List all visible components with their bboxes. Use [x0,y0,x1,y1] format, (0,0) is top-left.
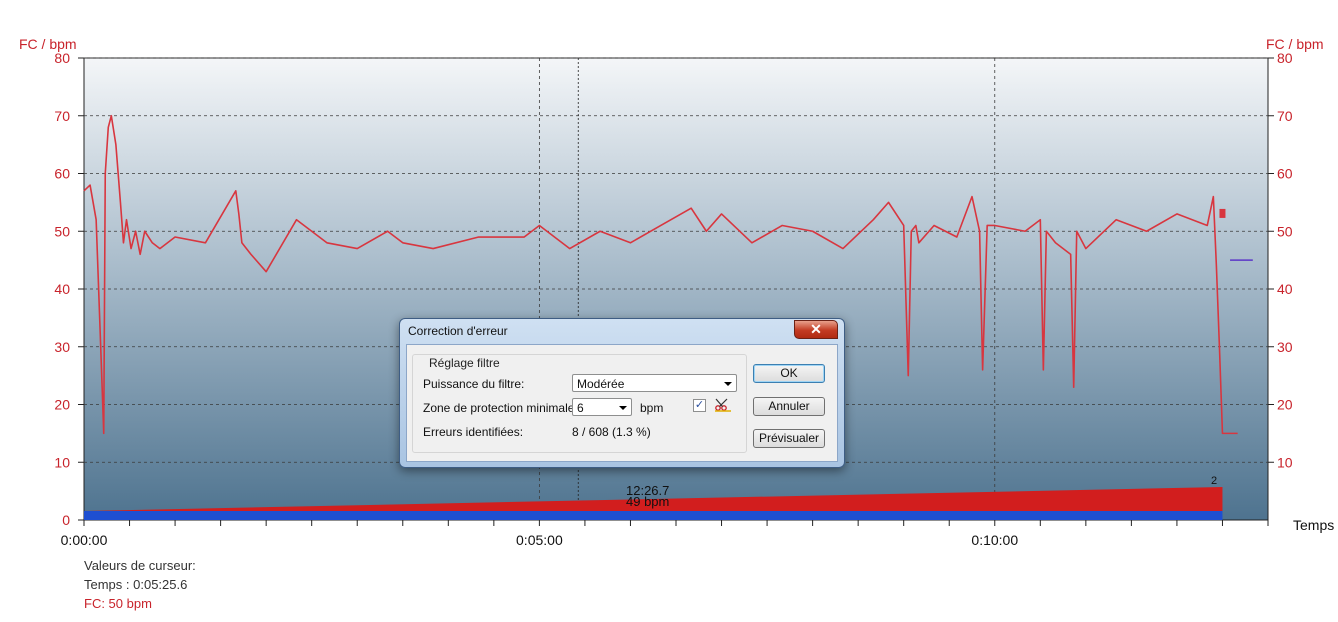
min-protection-zone-label: Zone de protection minimale: [423,401,578,415]
scissors-icon[interactable] [715,398,731,412]
y-tick-label-right: 10 [1277,454,1293,470]
y-tick-label-right: 30 [1277,339,1293,355]
chevron-down-icon [619,406,627,410]
bottom-blue-bar [84,511,1223,520]
x-tick-label: 0:05:00 [516,532,563,548]
y-tick-label-right: 20 [1277,397,1293,413]
y-tick-label-right: 60 [1277,166,1293,182]
y-tick-label-right: 70 [1277,108,1293,124]
errors-identified-label: Erreurs identifiées: [423,425,524,439]
close-icon: ✕ [810,321,822,337]
y-tick-label: 10 [54,454,70,470]
heart-rate-chart[interactable]: 0 10 20 30 40 50 60 70 80 10 20 30 40 50 60 70 80 0:00:00… [0,0,1338,622]
min-protection-zone-value: 6 [577,401,584,415]
filter-strength-label: Puissance du filtre: [423,377,525,391]
x-axis-title: Temps [1293,517,1334,533]
chevron-down-icon [724,382,732,386]
min-protection-zone-select[interactable]: 6 [572,398,632,416]
y-tick-label: 80 [54,50,70,66]
y-tick-label-right: 40 [1277,281,1293,297]
error-correction-dialog: Correction d'erreur ✕ Réglage filtre Pui… [399,318,845,468]
dialog-body: Réglage filtre Puissance du filtre: Modé… [406,344,838,462]
y-tick-label: 20 [54,397,70,413]
y-tick-label: 70 [54,108,70,124]
cursor-values-title: Valeurs de curseur: [84,558,196,573]
cursor-time-value: Temps : 0:05:25.6 [84,577,188,592]
x-tick-label: 0:10:00 [971,532,1018,548]
y-tick-label-right: 80 [1277,50,1293,66]
y-tick-label: 40 [54,281,70,297]
filter-settings-group: Réglage filtre Puissance du filtre: Modé… [412,354,747,453]
protection-checkbox[interactable]: ✓ [693,399,706,412]
end-marker-label: 2 [1211,475,1217,487]
y-tick-label-right: 50 [1277,223,1293,239]
cancel-button[interactable]: Annuler [753,397,825,416]
dialog-title: Correction d'erreur [408,324,508,338]
ok-button[interactable]: OK [753,364,825,383]
end-marker [1219,208,1226,218]
cursor-hr-value: FC: 50 bpm [84,596,152,611]
x-tick-label: 0:00:00 [61,532,108,548]
y-axis-title-left: FC / bpm [19,36,77,52]
y-tick-label: 60 [54,166,70,182]
preview-button[interactable]: Prévisualer [753,429,825,448]
cursor-values-panel: Valeurs de curseur: Temps : 0:05:25.6 FC… [84,556,196,613]
y-tick-label: 50 [54,223,70,239]
errors-identified-value: 8 / 608 (1.3 %) [572,425,651,439]
filter-strength-value: Modérée [577,377,625,391]
filter-strength-select[interactable]: Modérée [572,374,737,392]
group-title: Réglage filtre [426,356,503,370]
close-button[interactable]: ✕ [794,320,838,339]
y-tick-label: 0 [62,512,70,528]
y-axis-title-right: FC / bpm [1266,36,1324,52]
y-tick-label: 30 [54,339,70,355]
zone-unit-label: bpm [640,401,664,415]
cursor-overlay-value: 49 bpm [626,494,669,509]
